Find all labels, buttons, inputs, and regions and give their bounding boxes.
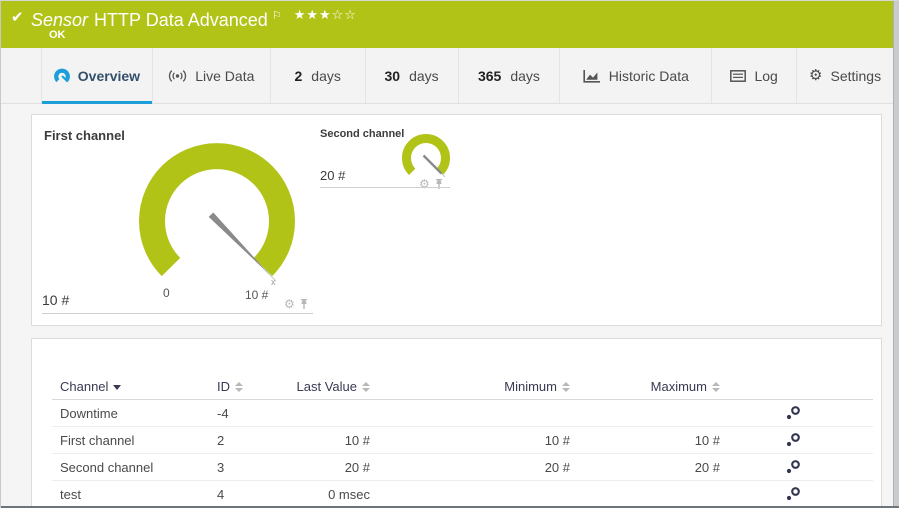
widget-pin-icon[interactable]: [299, 298, 309, 310]
cell-id: -4: [217, 406, 279, 421]
tab-live-data[interactable]: Live Data: [153, 48, 271, 103]
cell-maximum: 10 #: [570, 433, 720, 448]
column-header-maximum[interactable]: Maximum: [570, 379, 720, 394]
tab-settings[interactable]: ⚙ Settings: [797, 48, 893, 103]
cell-last-value: 10 #: [279, 433, 370, 448]
table-row-second-channel: Second channel 3 20 # 20 # 20 #: [52, 454, 873, 481]
live-data-icon: [168, 69, 187, 83]
sensor-header: ✔ Sensor HTTP Data Advanced ⚐ ★★★☆☆ OK: [1, 1, 893, 48]
gauge-title-first-channel: First channel: [44, 128, 125, 143]
gauge-widget-actions: ⚙: [284, 298, 309, 310]
cell-channel[interactable]: First channel: [60, 433, 217, 448]
page-title: HTTP Data Advanced: [94, 10, 268, 30]
gauge-divider: [42, 313, 313, 314]
flag-icon[interactable]: ⚐: [272, 10, 282, 22]
cell-minimum: 10 #: [370, 433, 570, 448]
column-label: ID: [217, 379, 230, 394]
historic-chart-icon: [583, 69, 601, 83]
gauge-icon: [54, 68, 70, 84]
sort-icon: [235, 382, 243, 392]
channel-table-panel: Channel ID Last Value Minimum Maximum: [31, 338, 882, 507]
table-row-test: test 4 0 msec: [52, 481, 873, 508]
tab-bar: Overview Live Data 2 days 30 days 365 da…: [1, 48, 893, 104]
column-label: Maximum: [651, 379, 707, 394]
gauges-panel: First channel 0 10 # x 10 # ⚙ Second cha…: [31, 114, 882, 326]
table-row-downtime: Downtime -4: [52, 400, 873, 427]
tab-number: 365: [478, 68, 501, 84]
table-row-first-channel: First channel 2 10 # 10 # 10 #: [52, 427, 873, 454]
tab-historic-data[interactable]: Historic Data: [560, 48, 712, 103]
cell-channel[interactable]: test: [60, 487, 217, 502]
tab-label: Overview: [78, 68, 140, 84]
cell-maximum: 20 #: [570, 460, 720, 475]
gauge-scale-min: 0: [163, 286, 170, 300]
column-header-channel[interactable]: Channel: [60, 379, 217, 394]
window-right-edge[interactable]: [893, 1, 899, 508]
cell-last-value: 0 msec: [279, 487, 370, 502]
sort-desc-icon: [113, 385, 121, 390]
tab-log[interactable]: Log: [712, 48, 797, 103]
table-header-row: Channel ID Last Value Minimum Maximum: [52, 374, 873, 400]
needle-tip-marker: x: [271, 277, 276, 287]
cell-channel[interactable]: Downtime: [60, 406, 217, 421]
tab-number: 30: [384, 68, 400, 84]
sort-icon: [362, 382, 370, 392]
gauge-title-second-channel: Second channel: [320, 128, 404, 140]
tab-label: Historic Data: [609, 68, 689, 84]
channel-settings-icon[interactable]: [785, 459, 801, 475]
cell-id: 4: [217, 487, 279, 502]
tab-label: Settings: [831, 68, 882, 84]
channel-table: Channel ID Last Value Minimum Maximum: [52, 374, 873, 508]
sort-icon: [562, 382, 570, 392]
cell-channel[interactable]: Second channel: [60, 460, 217, 475]
log-icon: [730, 70, 746, 82]
gauge-divider: [320, 187, 450, 188]
widget-gear-icon[interactable]: ⚙: [284, 298, 295, 310]
gauge-scale-max: 10 #: [245, 288, 268, 302]
column-label: Minimum: [504, 379, 557, 394]
channel-settings-icon[interactable]: [785, 432, 801, 448]
widget-pin-icon[interactable]: [434, 178, 444, 190]
gauge-widget-actions: ⚙: [419, 178, 444, 190]
tab-label: days: [311, 68, 341, 84]
priority-stars[interactable]: ★★★☆☆: [294, 7, 357, 22]
cell-id: 3: [217, 460, 279, 475]
tab-365-days[interactable]: 365 days: [459, 48, 561, 103]
column-label: Channel: [60, 379, 108, 394]
sensor-title-line: Sensor HTTP Data Advanced ⚐ ★★★☆☆: [31, 7, 357, 31]
tab-label: days: [510, 68, 540, 84]
column-label: Last Value: [297, 379, 357, 394]
column-header-last-value[interactable]: Last Value: [279, 379, 370, 394]
column-header-minimum[interactable]: Minimum: [370, 379, 570, 394]
tab-label: Live Data: [195, 68, 254, 84]
ok-check-icon: ✔: [11, 8, 24, 26]
channel-settings-icon[interactable]: [785, 405, 801, 421]
first-channel-gauge: [117, 136, 317, 306]
prtg-sensor-window: ✔ Sensor HTTP Data Advanced ⚐ ★★★☆☆ OK Over…: [0, 0, 899, 508]
column-header-id[interactable]: ID: [217, 379, 279, 394]
status-badge: OK: [49, 29, 66, 41]
tab-number: 2: [294, 68, 302, 84]
widget-gear-icon[interactable]: ⚙: [419, 178, 430, 190]
tab-overview[interactable]: Overview: [41, 48, 153, 103]
sensor-type-label: Sensor: [31, 10, 88, 30]
sort-icon: [712, 382, 720, 392]
stars-empty: ☆☆: [332, 7, 357, 22]
gauge-value-first-channel: 10 #: [42, 292, 69, 308]
channel-settings-icon[interactable]: [785, 486, 801, 502]
cell-last-value: 20 #: [279, 460, 370, 475]
settings-gear-icon: ⚙: [809, 68, 822, 83]
cell-minimum: 20 #: [370, 460, 570, 475]
tab-2-days[interactable]: 2 days: [271, 48, 366, 103]
gauge-value-second-channel: 20 #: [320, 168, 345, 183]
tab-label: days: [409, 68, 439, 84]
stars-filled: ★★★: [294, 7, 332, 22]
tab-30-days[interactable]: 30 days: [366, 48, 459, 103]
tab-label: Log: [754, 68, 777, 84]
cell-id: 2: [217, 433, 279, 448]
